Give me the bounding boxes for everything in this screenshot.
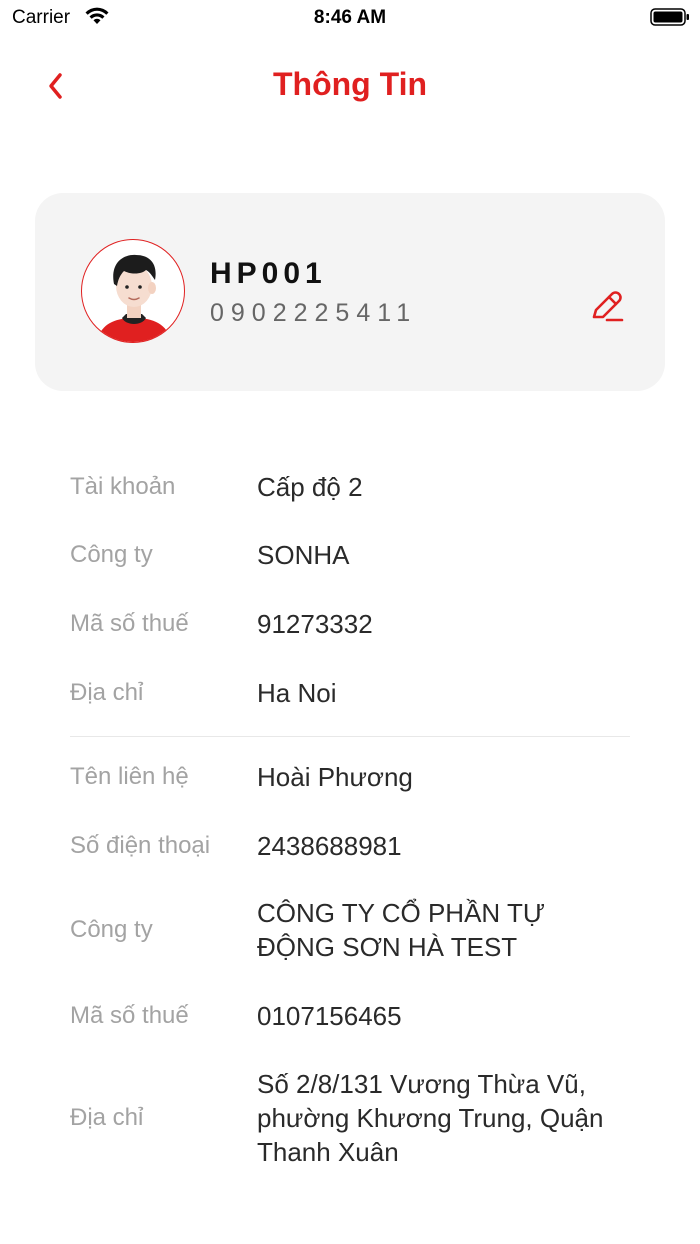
info-value: Cấp độ 2 (257, 472, 363, 502)
clock: 8:46 AM (313, 7, 387, 28)
info-label: Công ty (70, 916, 153, 943)
info-value: CÔNG TY CỔ PHẦN TỰ ĐỘNG SƠN HÀ TEST (257, 898, 546, 962)
info-value: Hoài Phương (257, 762, 413, 792)
section-divider (70, 736, 630, 737)
info-row-company-name: Công ty CÔNG TY CỔ PHẦN TỰ ĐỘNG SƠN HÀ T… (70, 896, 630, 964)
info-label: Tên liên hệ (70, 763, 189, 790)
info-value: SONHA (257, 540, 350, 570)
info-label: Địa chỉ (70, 1104, 144, 1131)
info-label: Số điện thoại (70, 832, 211, 859)
avatar[interactable] (81, 239, 185, 343)
nav-bar: Thông Tin (0, 52, 700, 116)
info-value: Số 2/8/131 Vương Thừa Vũ, phường Khương … (257, 1069, 604, 1167)
info-label: Mã số thuế (70, 1002, 189, 1029)
info-label: Tài khoản (70, 473, 176, 500)
info-row-company: Công ty SONHA (70, 538, 630, 572)
info-row-contact-name: Tên liên hệ Hoài Phương (70, 760, 630, 794)
info-value: 91273332 (257, 609, 373, 639)
pencil-icon (592, 291, 624, 322)
profile-card: HP001 0902225411 (35, 193, 665, 391)
avatar-illustration (96, 254, 172, 342)
info-label: Công ty (70, 541, 153, 568)
info-row-account: Tài khoản Cấp độ 2 (70, 470, 630, 504)
status-bar: Carrier 8:46 AM (0, 0, 700, 36)
profile-phone: 0902225411 (210, 299, 418, 327)
info-value: 0107156465 (257, 1001, 402, 1031)
info-value: Ha Noi (257, 678, 337, 708)
page-title: Thông Tin (272, 66, 428, 102)
info-row-address: Địa chỉ Ha Noi (70, 676, 630, 710)
info-value: 2438688981 (257, 831, 402, 861)
info-row-phone: Số điện thoại 2438688981 (70, 829, 630, 863)
battery-icon (650, 8, 689, 26)
info-label: Địa chỉ (70, 679, 144, 706)
info-row-contact-address: Địa chỉ Số 2/8/131 Vương Thừa Vũ, phường… (70, 1067, 630, 1169)
profile-name: HP001 (210, 257, 327, 290)
info-label: Mã số thuế (70, 610, 189, 637)
info-row-contact-tax-code: Mã số thuế 0107156465 (70, 999, 630, 1033)
edit-profile-button[interactable] (585, 285, 629, 329)
info-row-tax-code: Mã số thuế 91273332 (70, 607, 630, 641)
